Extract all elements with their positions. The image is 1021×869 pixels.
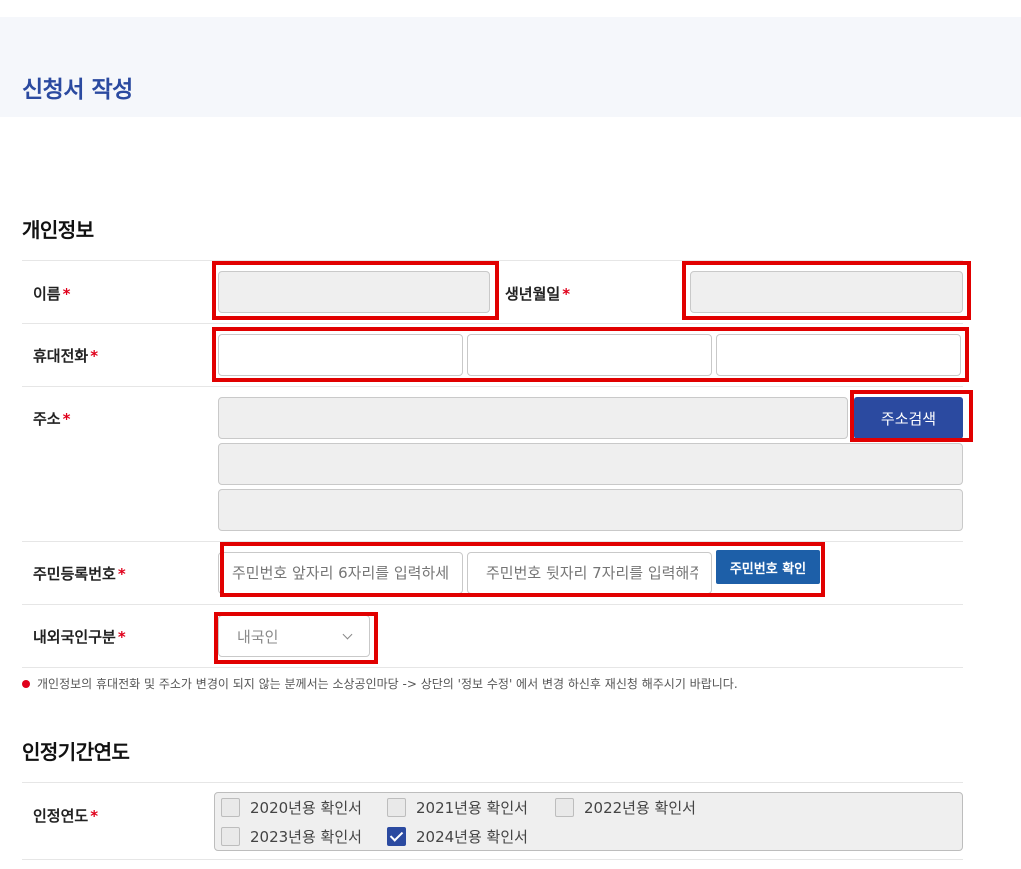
required-mark: * [90,347,99,365]
page-header [0,17,1021,117]
year-label: 인정연도 * [33,807,99,825]
checkbox-icon[interactable] [555,798,574,817]
year-option-2020[interactable]: 2020년용 확인서 [221,797,362,818]
chevron-down-icon [342,629,353,639]
address-label: 주소 * [33,410,71,428]
nationality-value: 내국인 [237,627,279,646]
year-option-2024[interactable]: 2024년용 확인서 [387,826,528,847]
required-mark: * [62,285,71,303]
phone-label: 휴대전화 * [33,347,99,365]
year-options-group: 2020년용 확인서 2021년용 확인서 2022년용 확인서 2023년용 … [214,792,963,851]
required-mark: * [117,565,126,583]
required-mark: * [562,285,571,303]
phone-input-1[interactable] [218,334,463,376]
address-input[interactable] [218,443,963,485]
page-title: 신청서 작성 [22,77,133,103]
divider [22,859,963,860]
notice-text: 개인정보의 휴대전화 및 주소가 변경이 되지 않는 분께서는 소상공인마당 -… [37,677,738,691]
address-search-button[interactable]: 주소검색 [854,397,963,439]
zipcode-input[interactable] [218,397,848,439]
year-option-label: 2022년용 확인서 [584,799,696,817]
divider [22,604,963,605]
divider [22,323,963,324]
section-title-personal: 개인정보 [22,218,94,242]
name-input[interactable] [218,271,490,313]
rrn-back-input[interactable] [467,552,712,594]
rrn-front-input[interactable] [218,552,463,594]
rrn-label: 주민등록번호 * [33,565,126,583]
rrn-confirm-button[interactable]: 주민번호 확인 [716,550,820,584]
phone-input-2[interactable] [467,334,712,376]
checkbox-icon[interactable] [387,798,406,817]
birth-label: 생년월일 * [505,285,571,303]
divider [22,541,963,542]
year-option-label: 2021년용 확인서 [416,799,528,817]
phone-input-3[interactable] [716,334,961,376]
checkbox-icon[interactable] [221,827,240,846]
required-mark: * [117,628,126,646]
name-label: 이름 * [33,285,71,303]
divider [22,260,963,261]
required-mark: * [62,410,71,428]
year-option-label: 2023년용 확인서 [250,828,362,846]
checkbox-checked-icon[interactable] [387,827,406,846]
section-title-period: 인정기간연도 [22,740,130,764]
divider [22,386,963,387]
year-option-2023[interactable]: 2023년용 확인서 [221,826,362,847]
year-option-label: 2024년용 확인서 [416,828,528,846]
year-option-label: 2020년용 확인서 [250,799,362,817]
bullet-icon [22,679,30,688]
divider [22,667,963,668]
year-option-2022[interactable]: 2022년용 확인서 [555,797,696,818]
address-detail-input[interactable] [218,489,963,531]
nationality-select[interactable]: 내국인 [218,615,370,657]
divider [22,782,963,783]
year-option-2021[interactable]: 2021년용 확인서 [387,797,528,818]
nationality-label: 내외국인구분 * [33,628,126,646]
personal-info-notice: 개인정보의 휴대전화 및 주소가 변경이 되지 않는 분께서는 소상공인마당 -… [22,675,738,692]
birth-input[interactable] [690,271,963,313]
checkbox-icon[interactable] [221,798,240,817]
required-mark: * [90,807,99,825]
